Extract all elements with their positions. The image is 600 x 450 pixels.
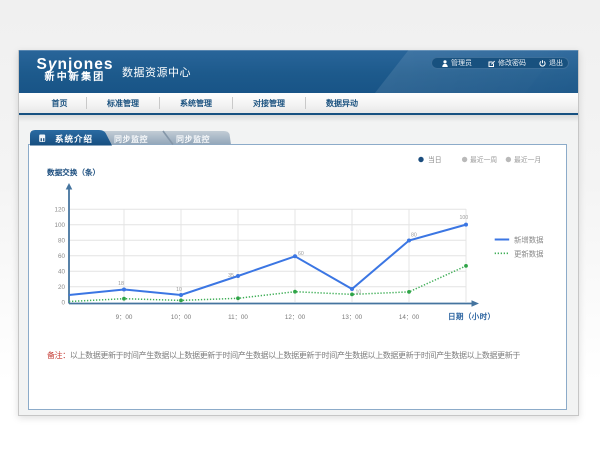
svg-text:35: 35 [228,273,234,279]
svg-text:80: 80 [411,233,417,239]
svg-text:10：00: 10：00 [171,314,192,321]
svg-text:0: 0 [61,300,65,307]
svg-text:12：00: 12：00 [285,314,306,321]
svg-text:60: 60 [298,251,304,257]
svg-text:20: 20 [58,284,66,291]
svg-text:120: 120 [54,207,65,214]
svg-text:60: 60 [58,253,66,260]
svg-text:10: 10 [356,290,362,296]
svg-text:10: 10 [176,287,182,293]
svg-text:100: 100 [460,215,469,221]
svg-text:最近一周: 最近一周 [470,155,497,164]
svg-text:同步监控: 同步监控 [114,134,148,144]
svg-text:11：00: 11：00 [228,314,248,321]
svg-text:当日: 当日 [428,155,442,164]
svg-text:18: 18 [118,281,124,287]
svg-text:100: 100 [54,222,65,229]
svg-text:13：00: 13：00 [342,314,363,321]
svg-text:最近一月: 最近一月 [514,155,541,164]
svg-text:14：00: 14：00 [399,314,420,321]
svg-text:更新数据: 更新数据 [514,249,544,258]
svg-text:系统介绍: 系统介绍 [55,134,93,144]
svg-text:80: 80 [58,238,66,245]
svg-text:数据交换（条）: 数据交换（条） [47,167,100,177]
svg-text:40: 40 [58,269,66,276]
svg-text:9：00: 9：00 [116,314,133,321]
svg-text:日期（小时）: 日期（小时） [448,311,495,321]
svg-text:同步监控: 同步监控 [176,134,210,144]
svg-text:新增数据: 新增数据 [514,236,544,245]
